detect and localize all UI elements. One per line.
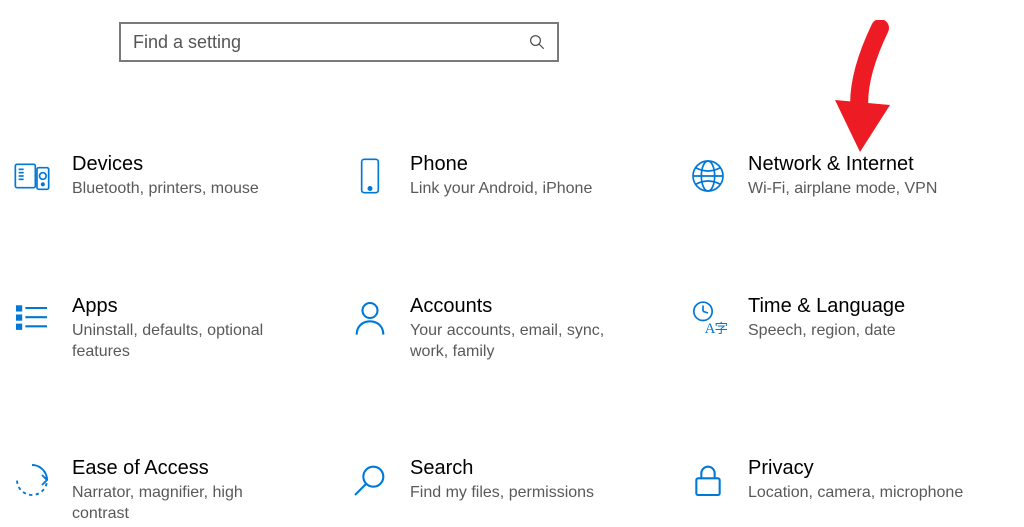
tile-subtitle: Bluetooth, printers, mouse bbox=[72, 179, 259, 200]
tile-network-internet[interactable]: Network & Internet Wi-Fi, airplane mode,… bbox=[686, 150, 1014, 202]
tile-subtitle: Your accounts, email, sync, work, family bbox=[410, 321, 640, 363]
tile-subtitle: Find my files, permissions bbox=[410, 483, 594, 504]
tile-title: Phone bbox=[410, 152, 592, 177]
tile-text: Search Find my files, permissions bbox=[410, 456, 594, 504]
person-icon bbox=[348, 296, 392, 340]
apps-icon bbox=[10, 296, 54, 340]
tile-apps[interactable]: Apps Uninstall, defaults, optional featu… bbox=[10, 292, 338, 365]
settings-search[interactable] bbox=[119, 22, 559, 62]
tile-subtitle: Speech, region, date bbox=[748, 321, 905, 342]
tile-subtitle: Narrator, magnifier, high contrast bbox=[72, 483, 302, 525]
devices-icon bbox=[10, 154, 54, 198]
search-icon bbox=[517, 33, 557, 51]
tile-accounts[interactable]: Accounts Your accounts, email, sync, wor… bbox=[348, 292, 676, 365]
ease-of-access-icon bbox=[10, 458, 54, 502]
tile-text: Devices Bluetooth, printers, mouse bbox=[72, 152, 259, 200]
tile-subtitle: Location, camera, microphone bbox=[748, 483, 963, 504]
tile-title: Search bbox=[410, 456, 594, 481]
tile-title: Privacy bbox=[748, 456, 963, 481]
annotation-arrow bbox=[825, 20, 905, 160]
tile-text: Phone Link your Android, iPhone bbox=[410, 152, 592, 200]
tile-text: Accounts Your accounts, email, sync, wor… bbox=[410, 294, 640, 363]
tile-privacy[interactable]: Privacy Location, camera, microphone bbox=[686, 454, 1014, 527]
tile-subtitle: Wi-Fi, airplane mode, VPN bbox=[748, 179, 937, 200]
tile-text: Privacy Location, camera, microphone bbox=[748, 456, 963, 504]
tile-title: Devices bbox=[72, 152, 259, 177]
tile-text: Network & Internet Wi-Fi, airplane mode,… bbox=[748, 152, 937, 200]
tile-title: Time & Language bbox=[748, 294, 905, 319]
tile-title: Network & Internet bbox=[748, 152, 937, 177]
time-language-icon: A 字 bbox=[686, 296, 730, 340]
tile-text: Apps Uninstall, defaults, optional featu… bbox=[72, 294, 302, 363]
svg-text:字: 字 bbox=[715, 321, 728, 336]
tile-time-language[interactable]: A 字 Time & Language Speech, region, date bbox=[686, 292, 1014, 365]
magnifier-icon bbox=[348, 458, 392, 502]
phone-icon bbox=[348, 154, 392, 198]
tile-title: Accounts bbox=[410, 294, 640, 319]
settings-grid: Devices Bluetooth, printers, mouse Phone… bbox=[10, 150, 1014, 527]
tile-title: Ease of Access bbox=[72, 456, 302, 481]
tile-subtitle: Uninstall, defaults, optional features bbox=[72, 321, 302, 363]
tile-phone[interactable]: Phone Link your Android, iPhone bbox=[348, 150, 676, 202]
tile-ease-of-access[interactable]: Ease of Access Narrator, magnifier, high… bbox=[10, 454, 338, 527]
search-input[interactable] bbox=[121, 24, 517, 60]
globe-icon bbox=[686, 154, 730, 198]
lock-icon bbox=[686, 458, 730, 502]
tile-devices[interactable]: Devices Bluetooth, printers, mouse bbox=[10, 150, 338, 202]
tile-search[interactable]: Search Find my files, permissions bbox=[348, 454, 676, 527]
tile-text: Time & Language Speech, region, date bbox=[748, 294, 905, 342]
tile-subtitle: Link your Android, iPhone bbox=[410, 179, 592, 200]
tile-title: Apps bbox=[72, 294, 302, 319]
